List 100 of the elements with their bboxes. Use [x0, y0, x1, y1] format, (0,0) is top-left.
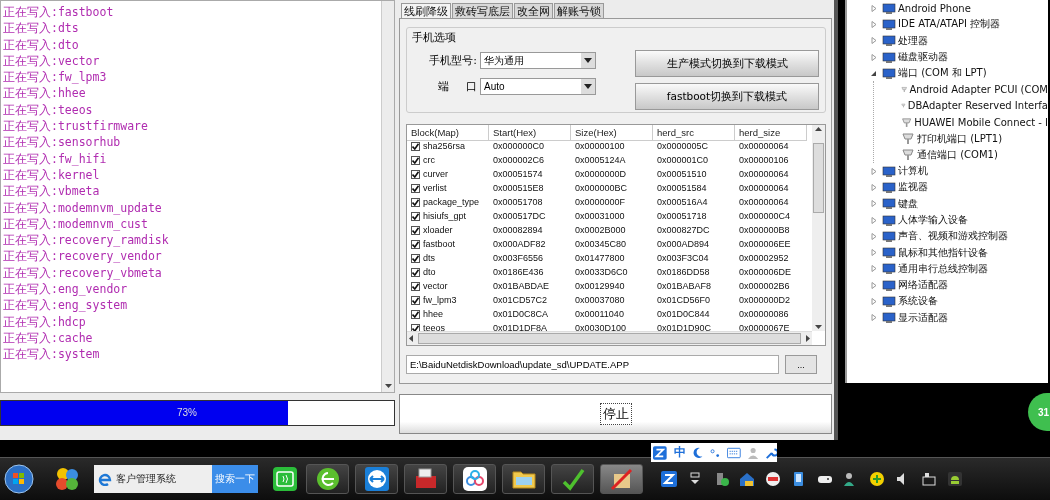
arrow-down-icon	[814, 322, 823, 331]
column-header[interactable]: herd_size	[735, 125, 807, 141]
column-header[interactable]: Block(Map)	[407, 125, 489, 141]
tab[interactable]: 救砖写底层	[452, 3, 513, 18]
log-line: 正在写入:recovery_ramdisk	[3, 232, 170, 249]
tree-item[interactable]: DBAdapter Reserved Interfa	[907, 100, 1048, 112]
scrollbar-thumb[interactable]	[813, 143, 824, 213]
tree-item[interactable]: 显示适配器	[898, 310, 948, 325]
expand-toggle-icon[interactable]	[870, 215, 878, 225]
port-dropdown[interactable]: Auto	[480, 78, 596, 95]
checkbox[interactable]	[411, 169, 420, 179]
tree-item[interactable]: 计算机	[898, 164, 928, 179]
expand-toggle-icon[interactable]	[870, 166, 878, 176]
expand-toggle-icon[interactable]	[870, 36, 878, 46]
log-line: 正在写入:hdcp	[3, 313, 87, 330]
tab[interactable]: 改全网	[514, 3, 553, 18]
tree-item[interactable]: 通用串行总线控制器	[898, 261, 988, 276]
moon-icon[interactable]	[692, 445, 703, 460]
taskbar-button[interactable]	[453, 464, 496, 495]
expand-toggle-icon[interactable]	[870, 248, 878, 258]
tree-item[interactable]: 键盘	[898, 196, 918, 211]
browse-button[interactable]: ...	[785, 355, 817, 374]
signal-waves-icon[interactable]	[272, 466, 298, 493]
tree-item[interactable]: 磁盘驱动器	[898, 50, 948, 65]
tree-item[interactable]: 端口 (COM 和 LPT)	[898, 66, 987, 81]
checkbox[interactable]	[411, 155, 420, 165]
column-header[interactable]: herd_src	[653, 125, 735, 141]
tab[interactable]: 解账号锁	[554, 3, 604, 18]
start-orb-icon[interactable]	[4, 464, 34, 495]
taskbar-button[interactable]	[502, 464, 545, 495]
taskbar-button[interactable]	[306, 464, 349, 495]
checkbox[interactable]	[411, 295, 420, 305]
tree-item[interactable]: IDE ATA/ATAPI 控制器	[898, 17, 1001, 32]
tree-item[interactable]: HUAWEI Mobile Connect - I	[914, 116, 1048, 128]
table-cell-text: 0x000517DC	[492, 210, 547, 223]
taskbar-button[interactable]	[600, 464, 643, 495]
checkbox[interactable]	[411, 225, 420, 235]
device-icon	[882, 262, 896, 276]
model-dropdown[interactable]: 华为通用	[480, 52, 596, 69]
tree-item[interactable]: 网络适配器	[898, 278, 948, 293]
checkbox[interactable]	[411, 309, 420, 319]
checkbox[interactable]	[411, 141, 420, 151]
keyboard-icon[interactable]	[727, 446, 741, 459]
expand-toggle-icon[interactable]	[870, 52, 878, 62]
letter-z-icon[interactable]	[661, 471, 677, 488]
taskbar-button[interactable]	[404, 464, 447, 495]
file-path-field[interactable]: E:\BaiduNetdiskDownload\update_sd\UPDATE.APP	[406, 355, 779, 374]
scrollbar[interactable]	[381, 1, 394, 392]
table-cell-text: dto	[423, 266, 436, 279]
tree-item[interactable]: 处理器	[898, 33, 928, 48]
tree-item[interactable]: 打印机端口 (LPT1)	[917, 131, 1003, 146]
network-icon[interactable]	[921, 471, 937, 488]
expand-toggle-icon[interactable]	[870, 19, 878, 29]
colored-circles-icon[interactable]	[54, 466, 80, 493]
expand-toggle-icon[interactable]	[870, 297, 878, 306]
search-field[interactable]: 客户管理系统	[94, 465, 212, 494]
stop-button[interactable]: 停止	[599, 403, 632, 425]
mode-button[interactable]: 生产模式切换到下载模式	[635, 50, 819, 77]
tab[interactable]: 线刷降级	[401, 3, 451, 18]
house-icon[interactable]	[739, 471, 755, 488]
taskbar-button[interactable]	[551, 464, 594, 495]
checkbox[interactable]	[411, 211, 420, 221]
tree-item[interactable]: 通信端口 (COM1)	[917, 147, 998, 162]
checkbox[interactable]	[411, 281, 420, 291]
table-cell-text: 0x00051510	[656, 168, 708, 181]
scrollbar[interactable]	[812, 125, 825, 331]
log-line: 正在写入:modemnvm_update	[3, 199, 163, 216]
tree-item[interactable]: 人体学输入设备	[898, 213, 968, 227]
scrollbar[interactable]	[407, 331, 812, 345]
plus-circle-icon[interactable]	[869, 471, 885, 488]
tree-item[interactable]: 系统设备	[898, 294, 938, 309]
table-cell-text: 0x00129940	[574, 280, 626, 293]
checkbox[interactable]	[411, 239, 420, 249]
arrow-left-icon	[407, 334, 416, 343]
input-mode-button[interactable]: 中	[673, 444, 686, 461]
table-cell-text: 0x00051718	[656, 210, 708, 223]
column-header[interactable]: Size(Hex)	[571, 125, 653, 141]
column-header[interactable]: Start(Hex)	[489, 125, 571, 141]
tree-item[interactable]: 监视器	[898, 180, 928, 195]
tree-item[interactable]: Android Adapter PCUI (COM	[909, 84, 1048, 96]
scrollbar-thumb[interactable]	[418, 333, 801, 344]
expand-toggle-icon[interactable]	[870, 199, 878, 209]
log-line: 正在写入:eng_vendor	[3, 281, 129, 298]
globe-icon	[314, 466, 341, 493]
checkbox[interactable]	[411, 267, 420, 277]
expand-toggle-icon[interactable]	[870, 182, 878, 192]
tree-item[interactable]: Android Phone	[898, 2, 971, 14]
expand-toggle-icon[interactable]	[870, 313, 878, 323]
expand-toggle-icon[interactable]	[870, 280, 878, 290]
checkbox[interactable]	[411, 197, 420, 207]
taskbar-button[interactable]	[355, 464, 398, 495]
checkbox[interactable]	[411, 183, 420, 193]
tree-item[interactable]: 声音、视频和游戏控制器	[898, 229, 1008, 244]
expand-toggle-icon[interactable]	[870, 231, 878, 241]
table-cell-text: dts	[423, 252, 435, 265]
checkbox[interactable]	[411, 253, 420, 263]
expand-toggle-icon[interactable]	[870, 264, 878, 274]
tree-item[interactable]: 鼠标和其他指针设备	[898, 245, 988, 260]
expand-toggle-icon[interactable]	[870, 3, 878, 13]
mode-button[interactable]: fastboot切换到下载模式	[635, 83, 819, 110]
